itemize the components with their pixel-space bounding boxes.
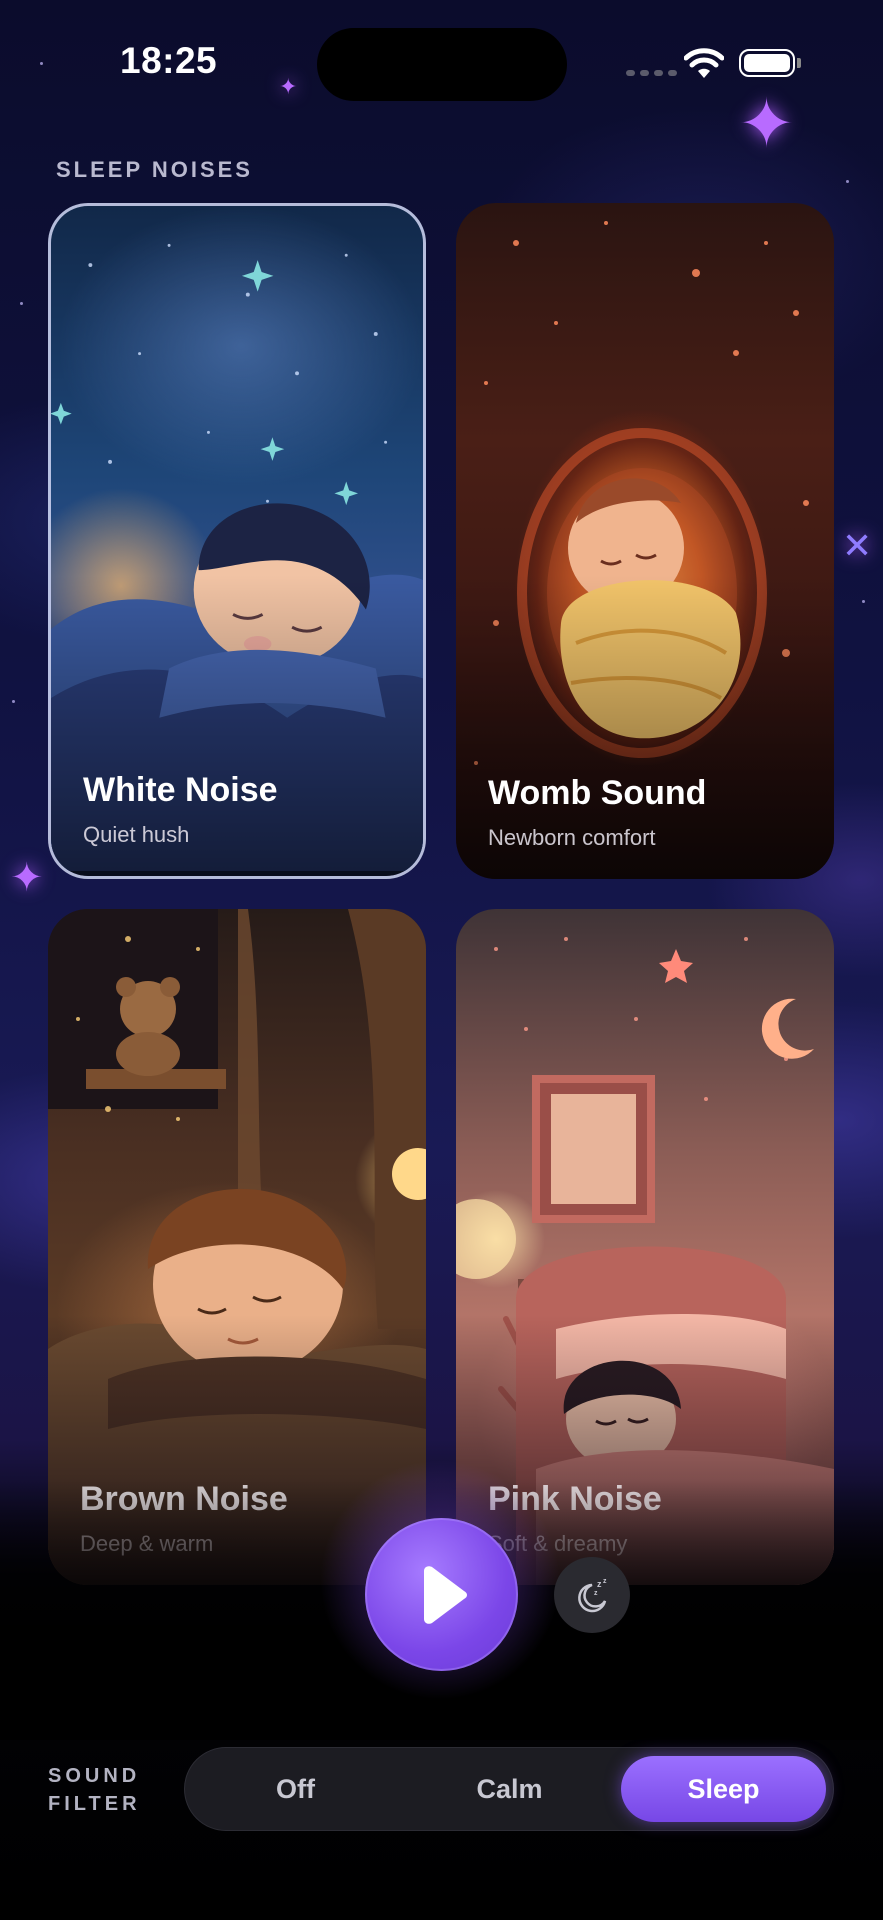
moon-zzz-icon: z z z xyxy=(578,1578,607,1613)
filter-option-sleep[interactable]: Sleep xyxy=(621,1756,826,1822)
svg-text:z: z xyxy=(594,1590,598,1597)
section-title: SLEEP NOISES xyxy=(56,157,253,182)
star-dot xyxy=(846,180,849,183)
dynamic-island xyxy=(317,28,567,101)
sound-card-white-noise[interactable]: White Noise Quiet hush xyxy=(48,203,426,879)
card-label: Brown Noise Deep & warm xyxy=(80,1480,288,1557)
sparkle-icon: ✦ xyxy=(738,86,795,162)
cellular-signal-icon xyxy=(626,70,677,76)
svg-text:z: z xyxy=(603,1578,607,1585)
filter-option-off[interactable]: Off xyxy=(193,1756,398,1822)
card-subtitle: Deep & warm xyxy=(80,1531,214,1556)
svg-text:z: z xyxy=(597,1579,602,1589)
sleep-timer-button[interactable]: z z z xyxy=(554,1557,630,1633)
card-label: Womb Sound Newborn comfort xyxy=(488,774,706,851)
sparkle-icon: ✕ xyxy=(842,525,873,566)
card-label: White Noise Quiet hush xyxy=(83,771,278,848)
play-button[interactable] xyxy=(365,1518,518,1671)
filter-option-calm[interactable]: Calm xyxy=(407,1756,612,1822)
wifi-icon xyxy=(684,48,724,78)
status-time: 18:25 xyxy=(120,40,218,81)
sound-filter-label-line2: FILTER xyxy=(48,1793,141,1815)
play-icon xyxy=(423,1565,467,1624)
card-title: White Noise xyxy=(83,771,278,809)
sparkle-icon: ✦ xyxy=(279,74,298,99)
star-dot xyxy=(12,700,15,703)
card-title: Womb Sound xyxy=(488,774,707,812)
sound-filter-label: SOUND FILTER xyxy=(48,1762,141,1818)
sound-card-womb-sound[interactable]: Womb Sound Newborn comfort xyxy=(456,203,834,879)
card-subtitle: Newborn comfort xyxy=(488,825,656,850)
sparkle-icon: ✦ xyxy=(10,856,44,900)
star-dot xyxy=(20,302,23,305)
battery-tip xyxy=(797,58,801,68)
star-dot xyxy=(862,600,865,603)
star-dot xyxy=(40,62,43,65)
sound-filter-label-line1: SOUND xyxy=(48,1765,141,1787)
card-title: Brown Noise xyxy=(80,1480,288,1518)
sound-filter-segmented-control: Off Calm Sleep xyxy=(184,1747,834,1831)
card-subtitle: Quiet hush xyxy=(83,822,190,847)
battery-icon xyxy=(739,49,795,77)
